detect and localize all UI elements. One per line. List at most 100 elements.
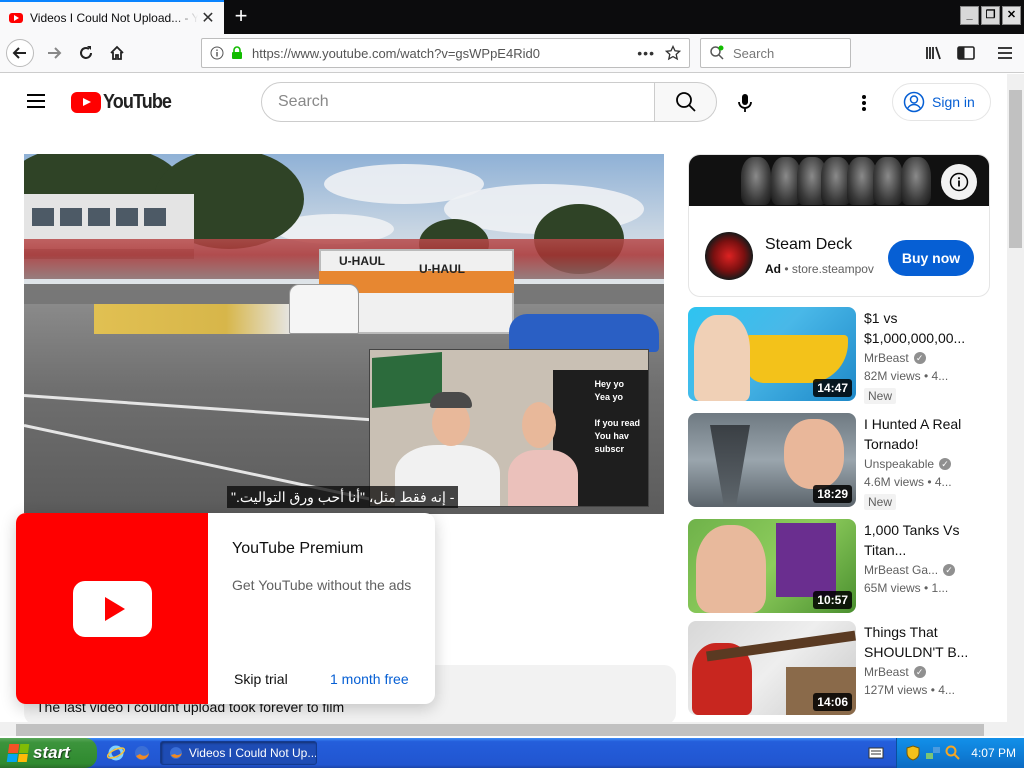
back-arrow-icon [12, 47, 26, 59]
inset-sign-line: If you read [594, 418, 640, 428]
channel-name[interactable]: Unspeakable ✓ [864, 457, 952, 471]
browser-search-field[interactable]: Search [700, 38, 851, 68]
channel-name-text: MrBeast [864, 665, 909, 679]
library-icon [926, 46, 941, 60]
minimize-button[interactable]: _ [960, 6, 979, 25]
hamburger-menu-icon [998, 47, 1012, 59]
person-graphic [694, 315, 750, 401]
video-title[interactable]: 1,000 Tanks Vs Titan... [864, 520, 976, 560]
video-title[interactable]: I Hunted A Real Tornado! [864, 414, 976, 454]
browser-menu-button[interactable] [991, 39, 1019, 67]
lock-icon[interactable] [230, 46, 244, 60]
back-button[interactable] [6, 39, 34, 67]
premium-subtitle: Get YouTube without the ads [232, 577, 412, 593]
video-duration: 14:06 [813, 693, 852, 711]
person-head [522, 402, 556, 448]
ad-product-name[interactable]: Steam Deck [765, 236, 852, 254]
browser-search-placeholder: Search [733, 45, 775, 61]
security-shield-icon[interactable] [905, 745, 921, 761]
video-stats: 127M views • 4... [864, 683, 955, 697]
close-window-button[interactable]: ✕ [1002, 6, 1021, 25]
window [116, 208, 138, 226]
sign-in-button[interactable]: Sign in [892, 83, 991, 121]
video-stats: 4.6M views • 4... [864, 475, 952, 489]
new-badge: New [864, 388, 897, 404]
start-button[interactable]: start [0, 738, 97, 768]
video-title[interactable]: Things That SHOULDN'T B... [864, 622, 976, 662]
channel-name[interactable]: MrBeast Ga... ✓ [864, 563, 956, 577]
library-button[interactable] [920, 39, 948, 67]
browser-toolbar: https://www.youtube.com/watch?v=gsWPpE4R… [0, 34, 1024, 73]
youtube-search-button[interactable] [654, 82, 717, 122]
taskbar-item-firefox[interactable]: Videos I Could Not Up... [160, 741, 317, 765]
ad-card[interactable]: Steam Deck Ad • store.steampov Buy now [688, 154, 990, 297]
settings-more-button[interactable] [852, 88, 876, 118]
channel-name[interactable]: MrBeast ✓ [864, 351, 926, 365]
yacht-graphic [746, 335, 848, 383]
tab-close-icon[interactable]: ✕ [198, 8, 218, 28]
video-player[interactable]: U-HAUL U-HAUL Hey yo Yea yo If you read … [24, 154, 664, 514]
horizontal-scrollbar-thumb[interactable] [16, 724, 984, 736]
video-thumbnail[interactable]: 18:29 [688, 413, 856, 507]
youtube-search-input[interactable]: Search [261, 82, 655, 122]
restore-button[interactable]: ❐ [981, 6, 1000, 25]
voice-search-button[interactable] [730, 88, 760, 118]
browser-tab-active[interactable]: Videos I Could Not Upload... - YouTube ✕ [0, 0, 224, 34]
internet-explorer-icon[interactable] [106, 743, 126, 763]
video-thumbnail[interactable]: 14:47 [688, 307, 856, 401]
vertical-scrollbar-thumb[interactable] [1009, 90, 1022, 248]
forward-arrow-icon [48, 47, 62, 59]
url-text[interactable]: https://www.youtube.com/watch?v=gsWPpE4R… [252, 46, 637, 61]
verified-check-icon: ✓ [939, 458, 952, 470]
youtube-logo[interactable]: YouTube [71, 91, 179, 114]
titan-graphic [776, 523, 836, 597]
premium-title: YouTube Premium [232, 540, 364, 557]
verified-check-icon: ✓ [913, 352, 926, 364]
home-button[interactable] [103, 39, 131, 67]
search-icon [675, 92, 696, 112]
truck-logo: U-HAUL [339, 254, 385, 268]
tornado-graphic [710, 425, 750, 507]
channel-name[interactable]: MrBeast ✓ [864, 665, 926, 679]
person-graphic [696, 525, 766, 613]
buy-now-button[interactable]: Buy now [888, 240, 974, 276]
page-actions-icon[interactable]: ••• [637, 45, 655, 61]
recommended-video[interactable]: 14:47 $1 vs $1,000,000,00... MrBeast ✓ 82… [688, 307, 988, 404]
ad-info-button[interactable] [941, 164, 977, 200]
window [144, 208, 166, 226]
menu-line [27, 100, 45, 102]
recommended-video[interactable]: 18:29 I Hunted A Real Tornado! Unspeakab… [688, 413, 988, 510]
video-inset-frame: Hey yo Yea yo If you read You hav subscr [369, 349, 649, 507]
ad-meta: Ad • store.steampov [765, 262, 874, 276]
window-controls: _ ❐ ✕ [960, 6, 1021, 25]
inset-sign-line: Yea yo [594, 392, 624, 402]
address-bar[interactable]: https://www.youtube.com/watch?v=gsWPpE4R… [201, 38, 690, 68]
premium-art [16, 513, 208, 704]
bookmark-star-icon[interactable] [665, 45, 681, 61]
recommended-video[interactable]: 14:06 Things That SHOULDN'T B... MrBeast… [688, 621, 988, 717]
flag-tile [8, 744, 19, 753]
ad-separator: • [784, 262, 789, 276]
forward-button[interactable] [40, 39, 68, 67]
video-title[interactable]: $1 vs $1,000,000,00... [864, 308, 976, 348]
window [88, 208, 110, 226]
info-icon[interactable] [210, 46, 224, 60]
network-icon[interactable] [925, 745, 941, 761]
keyboard-icon[interactable] [868, 746, 884, 760]
search-tray-icon[interactable] [945, 745, 961, 761]
recommended-video[interactable]: 10:57 1,000 Tanks Vs Titan... MrBeast Ga… [688, 519, 988, 615]
firefox-quicklaunch-icon[interactable] [132, 743, 152, 763]
guide-menu-button[interactable] [24, 90, 48, 114]
video-thumbnail[interactable]: 10:57 [688, 519, 856, 613]
reload-button[interactable] [72, 39, 100, 67]
new-tab-button[interactable]: + [228, 4, 254, 30]
banner-character [741, 157, 771, 205]
one-month-free-button[interactable]: 1 month free [330, 671, 409, 687]
sidebar-toggle-button[interactable] [952, 39, 980, 67]
skip-trial-button[interactable]: Skip trial [234, 671, 288, 687]
video-duration: 10:57 [813, 591, 852, 609]
video-thumbnail[interactable]: 14:06 [688, 621, 856, 715]
account-icon [903, 91, 925, 113]
new-badge: New [864, 494, 897, 510]
menu-line [27, 94, 45, 96]
